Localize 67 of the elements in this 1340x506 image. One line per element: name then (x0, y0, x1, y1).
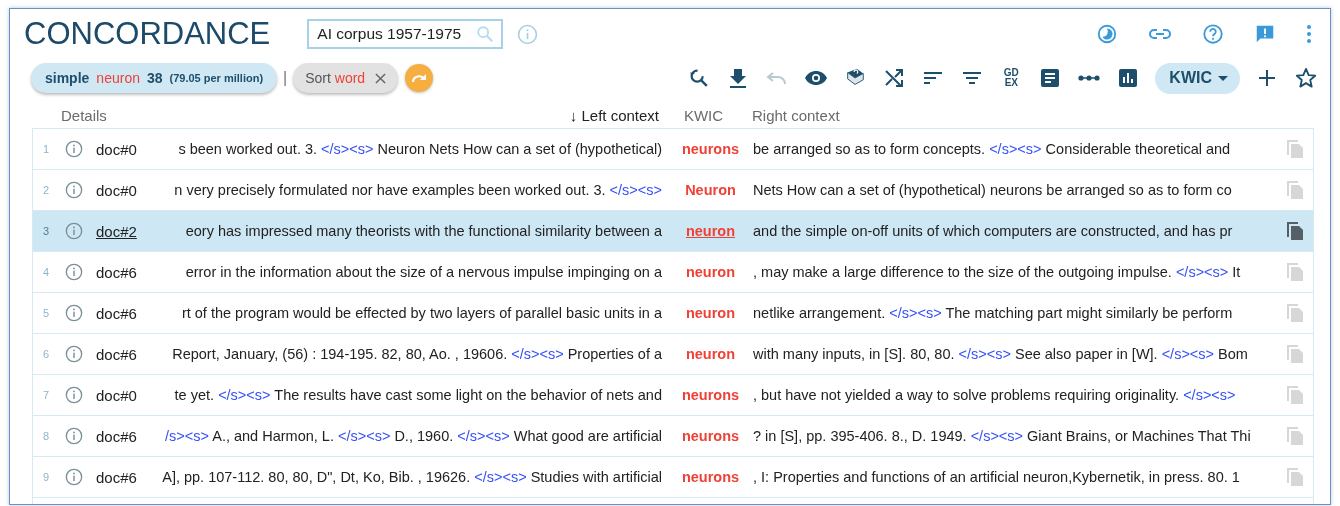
view-dropdown[interactable]: KWIC (1155, 62, 1240, 94)
left-context: rt of the program would be effected by two layers of parallel basic units in a (181, 305, 662, 321)
kwic-word[interactable]: neuron (685, 346, 736, 362)
right-context: Nets How can a set of (hypothetical) neurons be arranged so as to form co (753, 182, 1233, 198)
theme-icon[interactable] (1096, 23, 1118, 45)
doc-link[interactable]: doc#6 (89, 304, 149, 322)
more-icon[interactable] (1306, 24, 1312, 44)
left-context: Report, January, (56) : 194-195. 82, 80, Ao. , 19606. </s><s> Properties of a (172, 346, 662, 362)
left-context: /s><s> A., and Harmon, L. </s><s> D., 1960. </s><s> What good are artificial (165, 428, 662, 444)
kwic-word[interactable]: neurons (681, 428, 740, 444)
row-number: 6 (41, 348, 51, 360)
kwic-word[interactable]: neurons (681, 469, 740, 485)
column-header[interactable]: Left context (577, 107, 659, 124)
column-header[interactable]: Details (58, 107, 548, 124)
kwic-word[interactable]: Neuron (685, 182, 736, 198)
row-number: 7 (41, 389, 51, 401)
doc-link[interactable]: doc#6 (89, 468, 149, 486)
row-number: 4 (41, 266, 51, 278)
left-context: s been worked out. 3. </s><s> Neuron Nets How can a set of (hypothetical) (178, 141, 662, 157)
right-context: and the simple on-off units of which computers are constructed, and has pr (753, 223, 1234, 239)
sort-arrow: ↓ (569, 107, 578, 124)
table-row[interactable]: 3 doc#2 eory has impressed many theorists with the functional similarity between a neuron and the simple on-off units of which computers are constructed, and has pr (33, 211, 1313, 252)
kwic-word[interactable]: neurons (681, 141, 740, 157)
row-number: 2 (41, 184, 51, 196)
gdex-button[interactable]: GD EX (999, 65, 1024, 91)
doc-link[interactable]: doc#2 (89, 222, 149, 240)
doc-link[interactable]: doc#0 (89, 181, 149, 199)
close-icon[interactable] (375, 72, 387, 84)
left-context: error in the information about the size of a nervous impulse impinging on a (185, 264, 662, 280)
star-icon[interactable] (1294, 65, 1318, 91)
right-context: netlike arrangement. </s><s> The matching part might similarly be perform (753, 305, 1234, 321)
right-context: ? in [S], pp. 395-406. 8., D. 1949. </s><s> Giant Brains, or Machines That Thi (753, 428, 1252, 444)
kwic-word[interactable]: neuron (685, 305, 736, 321)
sort-chip[interactable]: Sort word (293, 63, 399, 93)
page-title: CONCORDANCE (24, 16, 271, 52)
right-context: , may make a large difference to the size of the outgoing impulse. </s><s> It (753, 264, 1242, 280)
copy-icon[interactable] (1285, 221, 1304, 241)
right-context: , I: Properties and functions of an artificial neuron,Kybernetik, in press. 80. 1 (753, 469, 1241, 485)
help-icon[interactable] (1202, 23, 1224, 45)
right-context: with many inputs, in [S]. 80, 80. </s><s> See also paper in [W]. </s><s> Bom (753, 346, 1249, 362)
separator: | (283, 69, 288, 87)
kwic-word[interactable]: neurons (681, 387, 740, 403)
link-icon[interactable] (1148, 27, 1172, 41)
kwic-word[interactable]: neuron (685, 264, 736, 280)
doc-link[interactable]: doc#0 (89, 386, 149, 404)
corpus-field[interactable]: AI corpus 1957-1975 (307, 19, 504, 49)
left-context: eory has impressed many theorists with the functional similarity between a (185, 223, 662, 239)
redo-button[interactable] (405, 64, 434, 92)
query-chip[interactable]: simple neuron 38 (79.05 per million) (31, 63, 278, 93)
row-number: 8 (41, 430, 51, 442)
column-header[interactable]: KWIC (667, 107, 752, 124)
doc-link[interactable]: doc#6 (89, 427, 149, 445)
left-context: te yet. </s><s> The results have cast some light on the behavior of nets and (174, 387, 662, 403)
right-context: be arranged so as to form concepts. </s><s> Considerable theoretical and (753, 141, 1232, 157)
row-number: 3 (41, 225, 51, 237)
row-number: 9 (41, 471, 51, 483)
doc-link[interactable]: doc#6 (89, 263, 149, 281)
right-context: , but have not yielded a way to solve problems requiring originality. </s><s> (753, 387, 1237, 403)
doc-link[interactable]: doc#0 (89, 140, 149, 158)
left-context: A], pp. 107-112. 80, 80, D", Dt, Ko, Bib. , 19626. </s><s> Studies with artificial (162, 469, 662, 485)
redo-icon (411, 72, 428, 84)
doc-link[interactable]: doc#6 (89, 345, 149, 363)
row-number: 1 (41, 143, 51, 155)
caret-icon (1218, 75, 1228, 81)
column-header[interactable]: Right context (752, 107, 1314, 124)
row-number: 5 (41, 307, 51, 319)
left-context: n very precisely formulated nor have examples been worked out. 3. </s><s> (174, 182, 662, 198)
